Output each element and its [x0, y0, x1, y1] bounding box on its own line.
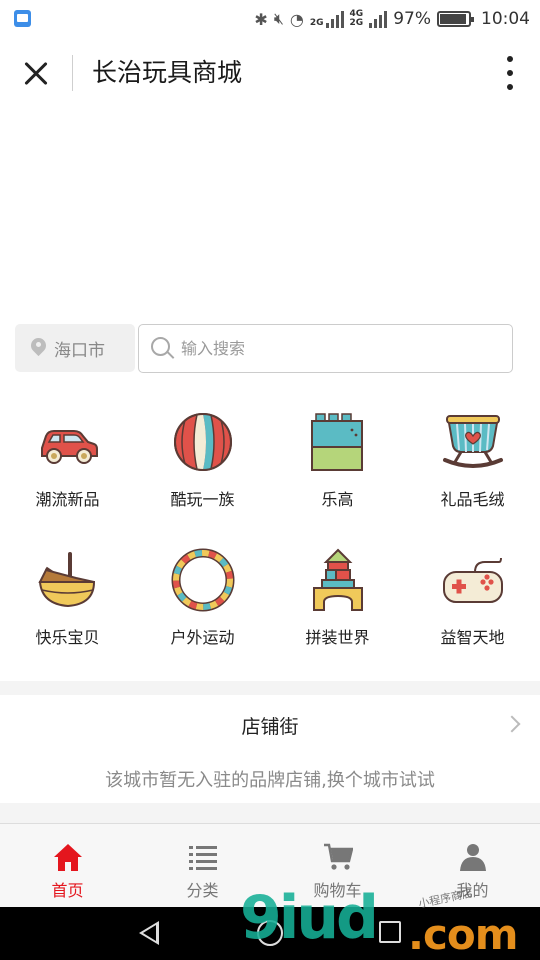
bluetooth-icon: ✱: [254, 9, 268, 29]
app-header: 长治玩具商城: [0, 38, 540, 108]
tab-label: 我的: [456, 881, 489, 900]
tab-cart[interactable]: 购物车: [270, 824, 405, 907]
wifi-icon: ◔: [289, 9, 304, 29]
city-label: 海口市: [54, 340, 105, 361]
signal-1-icon: 2G: [309, 10, 344, 28]
building-blocks-icon: [312, 548, 363, 611]
category-label: 户外运动: [170, 628, 235, 647]
mute-icon: 🔇︎: [273, 9, 284, 28]
category-item-assembly-world[interactable]: 拼装世界: [270, 538, 405, 670]
category-label: 礼品毛绒: [440, 490, 505, 509]
lego-brick-icon: [310, 413, 363, 471]
tab-label: 购物车: [313, 881, 362, 900]
battery-percent: 97%: [393, 9, 431, 29]
cart-icon: [323, 843, 353, 870]
category-item-trend-new[interactable]: 潮流新品: [0, 400, 135, 538]
tab-profile[interactable]: 我的: [405, 824, 540, 907]
tab-label: 分类: [186, 881, 219, 900]
list-icon: [188, 846, 217, 870]
gamepad-icon: [442, 557, 503, 603]
recent-apps-icon[interactable]: [379, 921, 401, 943]
category-item-gift-plush[interactable]: 礼品毛绒: [405, 400, 540, 538]
signal-2-icon: 4G 2G: [349, 10, 364, 28]
category-item-happy-baby[interactable]: 快乐宝贝: [0, 538, 135, 670]
network-2g-tag: 2G: [349, 18, 364, 28]
back-icon[interactable]: [139, 921, 159, 945]
close-icon[interactable]: [18, 56, 54, 92]
more-options-icon[interactable]: [502, 56, 518, 90]
category-label: 益智天地: [440, 628, 505, 647]
tab-category[interactable]: 分类: [135, 824, 270, 907]
cradle-icon: [442, 415, 503, 468]
category-grid: 潮流新品 酷玩一族 乐高 礼品毛绒 快乐宝贝 户外运动 拼装世界 益智天地: [0, 400, 540, 670]
search-icon: [151, 336, 175, 361]
category-label: 酷玩一族: [170, 490, 235, 509]
category-item-lego[interactable]: 乐高: [270, 400, 405, 538]
signal-3-icon: [369, 10, 388, 28]
search-box[interactable]: [138, 324, 513, 373]
hoop-icon: [171, 548, 234, 612]
home-circle-icon[interactable]: [257, 920, 283, 946]
location-pin-icon: [31, 338, 46, 358]
category-item-outdoor-sports[interactable]: 户外运动: [135, 538, 270, 670]
system-nav-bar: [0, 907, 540, 960]
search-row: 海口市: [15, 324, 513, 373]
shop-street-empty-message: 该城市暂无入驻的品牌店铺,换个城市试试: [105, 770, 435, 791]
category-label: 拼装世界: [305, 628, 370, 647]
page-title: 长治玩具商城: [92, 58, 243, 87]
signal-1-tag: 2G: [309, 17, 324, 28]
category-item-puzzle-world[interactable]: 益智天地: [405, 538, 540, 670]
bottom-tab-bar: 首页 分类 购物车 我的: [0, 823, 540, 907]
tab-label: 首页: [51, 881, 84, 900]
user-icon: [459, 844, 486, 871]
bassinet-icon: [37, 552, 95, 608]
clock: 10:04: [481, 9, 530, 29]
home-icon: [53, 844, 82, 871]
category-label: 乐高: [321, 490, 354, 509]
tab-home[interactable]: 首页: [0, 824, 135, 907]
status-bar: ✱ 🔇︎ ◔ 2G 4G 2G 97% 10:04: [0, 0, 540, 38]
search-input[interactable]: [181, 339, 481, 358]
ball-icon: [173, 413, 232, 471]
car-icon: [40, 430, 98, 464]
category-label: 潮流新品: [35, 490, 100, 509]
header-divider: [72, 55, 73, 91]
shop-street-title[interactable]: 店铺街: [0, 712, 540, 739]
gallery-app-icon: [14, 10, 31, 27]
city-selector-button[interactable]: 海口市: [15, 324, 135, 372]
category-label: 快乐宝贝: [35, 628, 100, 647]
status-indicators: ✱ 🔇︎ ◔ 2G 4G 2G 97% 10:04: [254, 0, 530, 38]
section-divider: [0, 681, 540, 695]
battery-icon: [437, 11, 474, 27]
category-item-cool-play[interactable]: 酷玩一族: [135, 400, 270, 538]
section-divider: [0, 803, 540, 823]
